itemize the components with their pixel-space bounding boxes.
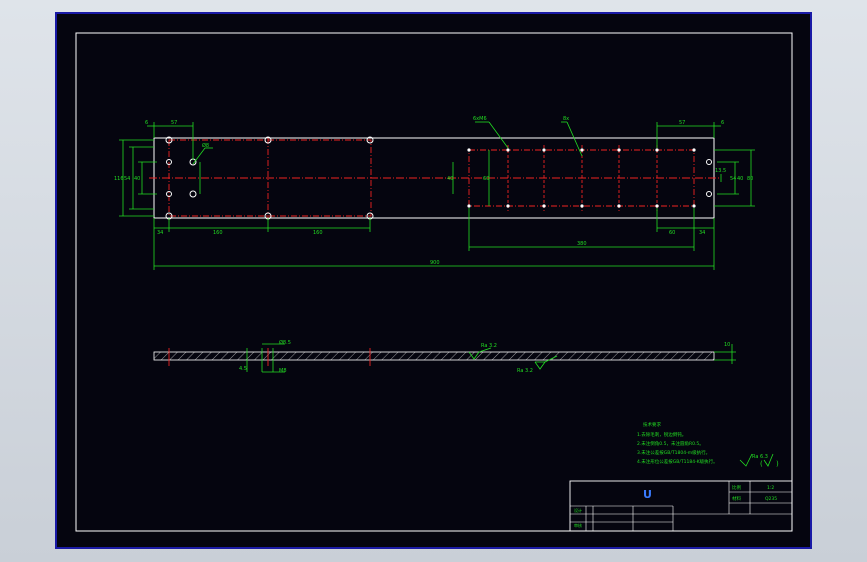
notes-item-4: 4.未注形位公差按GB/T1184-K级执行。 [637,458,718,465]
dim-side-hole: Ø8.5 [279,339,291,346]
scale-label: 比例 [732,484,741,491]
cad-application: 6 57 116 54 40 Ø8 6xM6 8x 6 57 13.5 54 8… [0,0,867,562]
dim-hole-dia: Ø8 [202,142,209,149]
technical-notes: 技术要求 1.去除毛刺，锐边倒钝。 2.未注倒角0.5，未注圆角R0.5。 3.… [637,421,718,465]
dim-right-top: 57 [679,120,685,126]
part-name: U [643,488,652,501]
dim-holes-label: 8x [563,116,569,122]
notes-item-2: 2.未注倒角0.5，未注圆角R0.5。 [637,440,704,447]
side-view: Ø8.5 M8 4.5 10 Ra 3.2 Ra 3.2 [153,339,736,374]
dim-bottom-span2: 160 [313,230,323,236]
notes-item-1: 1.去除毛刺，锐边倒钝。 [637,431,686,438]
dim-bottom-right-b: 34 [699,230,705,236]
dim-bottom-span1: 160 [213,230,223,236]
material-value: Q235 [765,496,777,502]
outer-frame [75,32,793,532]
dim-bottom-right-a: 60 [669,230,675,236]
dim-right-inner2: 40 [737,176,743,182]
title-block: U 比例 1:2 材料 Q235 设计 审核 [569,480,793,532]
dim-side-right-thk: 10 [724,342,730,348]
dim-side-thickness: 4.5 [239,366,247,372]
roughness-symbol: Ra 6.3 ( ) [739,453,779,468]
dim-left-inner2: 40 [134,176,140,182]
dim-mid-v2: 60 [483,176,489,182]
roughness-top: Ra 3.2 [481,343,497,349]
dim-left-tab: 6 [145,120,148,126]
notes-item-3: 3.未注公差按GB/T1804-m级执行。 [637,449,710,456]
dim-left-height: 116 [114,176,124,182]
dim-overall-length: 900 [430,260,440,266]
dimension-lines-top [119,121,755,270]
dim-right-width: 54 [730,176,736,182]
roughness-paren-right: ) [776,460,779,468]
material-label: 材料 [732,495,741,502]
dim-mid-v1: 40 [447,176,453,182]
dim-right-height: 80 [747,176,753,182]
dim-left-top: 57 [171,120,177,126]
roughness-paren-left: ( [760,460,763,468]
drawing-viewport[interactable]: 6 57 116 54 40 Ø8 6xM6 8x 6 57 13.5 54 8… [55,12,812,549]
dim-side-counterbore: M8 [279,368,287,374]
row-b-label: 审核 [574,522,582,528]
notes-title: 技术要求 [643,421,661,428]
dim-left-inner: 54 [124,176,130,182]
dim-bottom-right-span: 380 [577,241,587,247]
scale-value: 1:2 [767,485,774,491]
dim-thread-callout: 6xM6 [473,116,487,122]
dim-right-tab: 6 [721,120,724,126]
roughness-bottom: Ra 3.2 [517,368,533,374]
top-view: 6 57 116 54 40 Ø8 6xM6 8x 6 57 13.5 54 8… [114,116,755,270]
row-a-label: 设计 [574,507,582,513]
dim-bottom-left: 34 [157,230,163,236]
dim-right-inner: 13.5 [715,168,726,174]
cad-drawing: 6 57 116 54 40 Ø8 6xM6 8x 6 57 13.5 54 8… [75,32,793,532]
section-hatch [153,351,715,361]
